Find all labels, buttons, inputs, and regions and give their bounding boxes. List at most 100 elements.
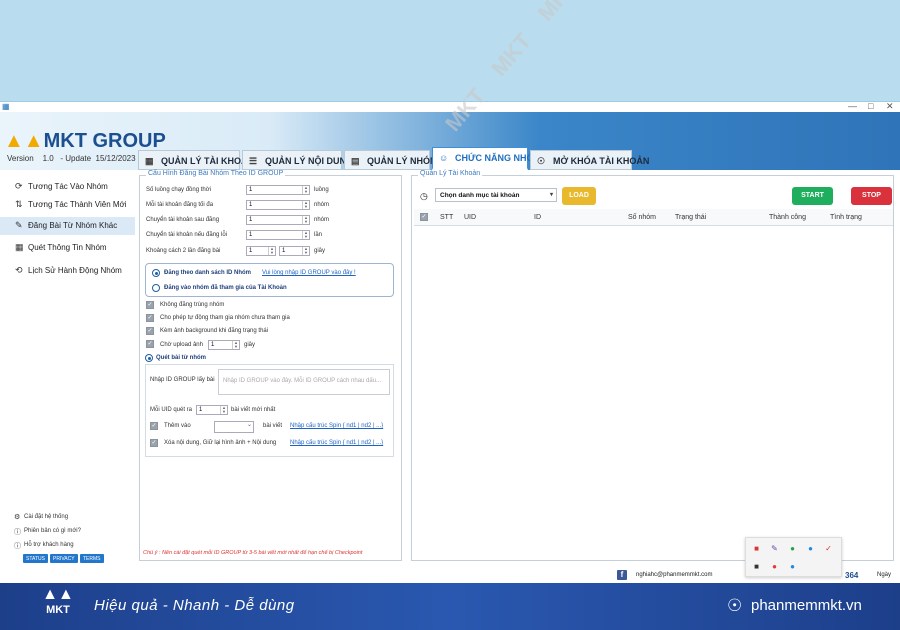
account-panel-title: Quản Lý Tài Khoản [418, 170, 483, 177]
tray-app-icon[interactable]: ■ [752, 544, 761, 553]
upload-wait-value: 1 [211, 342, 215, 348]
uid-scan-label: Mỗi UID quét ra [150, 407, 193, 413]
day-label: Ngày [877, 572, 892, 578]
add-to-checkbox[interactable]: ✓ [150, 422, 158, 430]
table-icon: ▦ [15, 242, 24, 252]
column-status[interactable]: Trạng thái [675, 214, 706, 221]
spinner-arrows-icon[interactable]: ▲ ▼ [232, 341, 239, 349]
whats-new-link[interactable]: ⓘ Phiên bản có gì mới? [14, 528, 81, 536]
no-duplicate-checkbox[interactable]: ✓ [146, 301, 154, 309]
scan-posts-radio[interactable] [145, 354, 153, 362]
column-uid[interactable]: UID [464, 214, 476, 221]
tray-check-icon[interactable]: ✓ [824, 544, 833, 553]
title-bar: ▦ — □ ✕ [0, 101, 900, 112]
tab-unlock-account[interactable]: ☉ MỞ KHÓA TÀI KHOẢN [530, 150, 649, 170]
tray-globe-icon[interactable]: ● [788, 562, 797, 571]
sidebar-item-interact-group[interactable]: ⟳ Tương Tác Vào Nhóm [0, 178, 135, 196]
tab-group-manager[interactable]: ▤ QUẢN LÝ NHÓM [344, 150, 438, 170]
sidebar-item-history[interactable]: ⟲ Lịch Sử Hành Động Nhóm [0, 262, 135, 280]
account-category-select[interactable]: Chọn danh mục tài khoản ▾ [435, 188, 557, 202]
spinner-arrows-icon[interactable]: ▲ ▼ [302, 186, 309, 194]
tab-label: QUẢN LÝ TÀI KHOẢN [161, 156, 254, 166]
post-by-id-radio[interactable] [152, 269, 160, 277]
sidebar-item-scan-group[interactable]: ▦ Quét Thông Tin Nhóm [0, 239, 135, 257]
load-button[interactable]: LOAD [562, 187, 596, 205]
terms-badge[interactable]: TERMS [80, 554, 104, 563]
spinner-arrows-icon[interactable]: ▲ ▼ [268, 247, 275, 255]
add-to-select[interactable]: ⌄ [214, 421, 254, 433]
delete-content-label: Xóa nội dung, Giữ lại hình ảnh + Nội dun… [164, 440, 277, 446]
spin-structure-link-2[interactable]: Nhập cấu trúc Spin { nd1 | nd2 | ...} [290, 440, 383, 446]
upload-wait-input[interactable]: 1 ▲ ▼ [208, 340, 240, 350]
sidebar-item-label: Đăng Bài Từ Nhóm Khác [28, 221, 118, 230]
upload-wait-label: Chờ upload ảnh [160, 342, 203, 348]
support-link[interactable]: ⓘ Hỗ trợ khách hàng [14, 542, 74, 550]
facebook-icon[interactable]: f [617, 570, 627, 580]
close-icon[interactable]: ✕ [886, 101, 894, 112]
interval-min-input[interactable]: 1 ▲ ▼ [246, 246, 276, 256]
footer-website[interactable]: phanmemmkt.vn [751, 597, 862, 614]
column-condition[interactable]: Tình trạng [830, 214, 862, 221]
switch-after-input[interactable]: 1 ▲ ▼ [246, 215, 310, 225]
chevron-down-icon[interactable]: ⌄ [246, 422, 253, 431]
column-id[interactable]: ID [534, 214, 541, 221]
interval-max-value: 1 [282, 248, 286, 254]
tab-account-manager[interactable]: ▦ QUẢN LÝ TÀI KHOẢN [138, 150, 254, 170]
select-all-checkbox[interactable]: ✓ [420, 213, 428, 221]
version-number: 1.0 [42, 154, 54, 163]
max-post-input[interactable]: 1 ▲ ▼ [246, 200, 310, 210]
scan-posts-label: Quét bài từ nhóm [156, 355, 207, 361]
spinner-arrows-icon[interactable]: ▲ ▼ [302, 216, 309, 224]
group-id-textarea[interactable]: Nhập ID GROUP vào đây. Mỗi ID GROUP cách… [218, 369, 390, 395]
tray-dark-icon[interactable]: ■ [752, 562, 761, 571]
tab-group-functions[interactable]: ☺ CHỨC NĂNG NHÓM [432, 147, 541, 170]
version-info: Version 1.0 - Update 15/12/2023 [7, 154, 136, 163]
edit-icon: ✎ [15, 220, 23, 230]
threads-label: Số luồng chạy đồng thời [146, 187, 211, 193]
config-panel: Cấu Hình Đăng Bài Nhóm Theo ID GROUP Số … [139, 170, 402, 561]
gear-icon: ⚙ [14, 514, 21, 521]
status-badge[interactable]: STATUS [23, 554, 48, 563]
update-date: 15/12/2023 [95, 154, 136, 163]
delete-content-checkbox[interactable]: ✓ [150, 439, 158, 447]
threads-unit: luồng [314, 187, 329, 193]
maximize-icon[interactable]: □ [868, 101, 873, 111]
tray-edge-icon[interactable]: ● [806, 544, 815, 553]
background-checkbox[interactable]: ✓ [146, 327, 154, 335]
scan-box: Nhập ID GROUP lấy bài Nhập ID GROUP vào … [145, 364, 394, 457]
switch-error-input[interactable]: 1 ▲ ▼ [246, 230, 310, 240]
tray-chrome-icon[interactable]: ● [770, 562, 779, 571]
sidebar-item-interact-members[interactable]: ⇅ Tương Tác Thành Viên Mới [0, 196, 135, 214]
settings-link[interactable]: ⚙ Cài đặt hệ thống [14, 514, 68, 521]
interval-max-input[interactable]: 1 ▲ ▼ [279, 246, 310, 256]
minimize-icon[interactable]: — [848, 101, 857, 111]
tab-content-manager[interactable]: ☰ QUẢN LÝ NỘI DUNG [242, 150, 353, 170]
spinner-arrows-icon[interactable]: ▲ ▼ [302, 247, 309, 255]
sidebar-item-label: Tương Tác Thành Viên Mới [28, 200, 127, 209]
sidebar-item-post-from-group[interactable]: ✎ Đăng Bài Từ Nhóm Khác [0, 217, 135, 235]
uid-scan-input[interactable]: 1 ▲ ▼ [196, 405, 228, 415]
threads-input[interactable]: 1 ▲ ▼ [246, 185, 310, 195]
start-button[interactable]: START [792, 187, 833, 205]
upload-wait-checkbox[interactable]: ✓ [146, 340, 154, 348]
column-stt[interactable]: STT [440, 214, 453, 221]
stop-button[interactable]: STOP [851, 187, 892, 205]
auto-join-checkbox[interactable]: ✓ [146, 314, 154, 322]
tray-pen-icon[interactable]: ✎ [770, 544, 779, 553]
auto-join-label: Cho phép tự động tham gia nhóm chưa tham… [160, 315, 290, 321]
spinner-arrows-icon[interactable]: ▲ ▼ [302, 231, 309, 239]
column-group-count[interactable]: Số nhóm [628, 214, 656, 221]
no-duplicate-label: Không đăng trùng nhóm [160, 302, 225, 308]
spinner-arrows-icon[interactable]: ▲ ▼ [220, 406, 227, 414]
column-success[interactable]: Thành công [769, 214, 806, 221]
globe-icon: ☉ [727, 596, 743, 615]
privacy-badge[interactable]: PRIVACY [50, 554, 78, 563]
sidebar: ⟳ Tương Tác Vào Nhóm ⇅ Tương Tác Thành Viê… [0, 170, 135, 582]
enter-group-id-link[interactable]: Vui lòng nhập ID GROUP vào đây ! [262, 270, 356, 276]
post-joined-radio[interactable] [152, 284, 160, 292]
max-post-value: 1 [249, 202, 253, 208]
spinner-arrows-icon[interactable]: ▲ ▼ [302, 201, 309, 209]
tray-green-icon[interactable]: ● [788, 544, 797, 553]
spin-structure-link-1[interactable]: Nhập cấu trúc Spin { nd1 | nd2 | ...} [290, 423, 383, 429]
category-select-value: Chọn danh mục tài khoản [440, 192, 520, 199]
